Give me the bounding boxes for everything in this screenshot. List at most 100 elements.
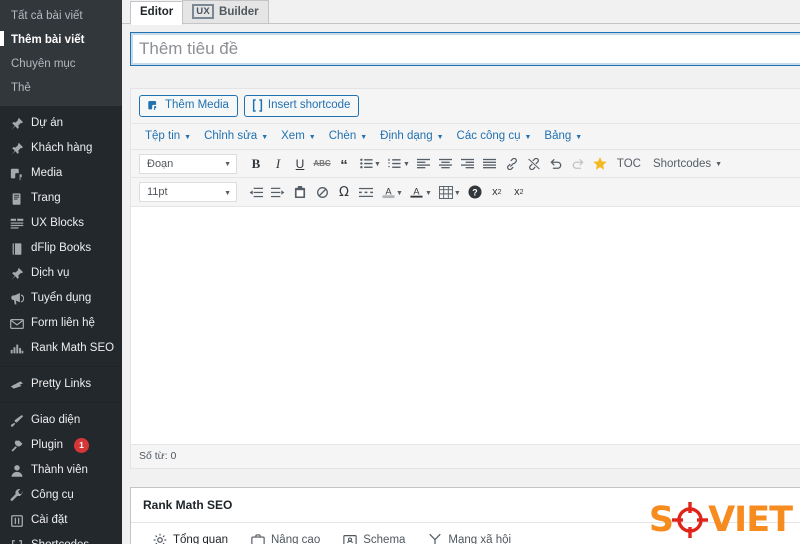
editor-menu-ch-n[interactable]: Chèn ▼	[323, 126, 374, 146]
editor-menu-ch-nh-s-a[interactable]: Chỉnh sửa ▼	[198, 126, 275, 146]
subscript-button[interactable]: x2	[486, 182, 508, 202]
rankmath-icon	[9, 341, 24, 356]
sidebar-item-label: Dự án	[31, 117, 63, 129]
editor-toolbar-row-1: Đoạn ▼ B I U ABC “ ▼ ▼ TOC Shortcodes ▼	[131, 150, 800, 178]
sidebar-item-dflip-books[interactable]: dFlip Books	[0, 236, 122, 261]
tab-ux-builder-label: Builder	[219, 5, 259, 18]
megaphone-icon	[9, 291, 24, 306]
sidebar-item-shortcodes[interactable]: Shortcodes	[0, 533, 122, 544]
sidebar-item-label: Giao diện	[31, 414, 81, 426]
align-left-button[interactable]	[413, 154, 435, 174]
superscript-button[interactable]: x2	[508, 182, 530, 202]
rank-math-tab-m-ng-x-h-i[interactable]: Mạng xã hội	[418, 523, 524, 544]
sidebar-item-label: Shortcodes	[31, 538, 89, 544]
sidebar-menu-group: Pretty Links	[0, 366, 122, 402]
shortcodes-dropdown-label: Shortcodes	[652, 157, 712, 170]
underline-button[interactable]: U	[289, 154, 311, 174]
editor-menu-b-ng[interactable]: Bảng ▼	[538, 126, 589, 146]
sidebar-submenu-item[interactable]: Tất cả bài viết	[0, 4, 122, 28]
sidebar-submenu-item[interactable]: Thẻ	[0, 76, 122, 100]
sidebar-item-trang[interactable]: Trang	[0, 186, 122, 211]
brush-icon	[9, 413, 24, 428]
sidebar-item-giao-di-n[interactable]: Giao diện	[0, 408, 122, 433]
sidebar-item-pretty-links[interactable]: Pretty Links	[0, 372, 122, 397]
rank-math-tab-label: Nâng cao	[271, 534, 321, 544]
help-button[interactable]: ?	[464, 182, 486, 202]
italic-button[interactable]: I	[267, 154, 289, 174]
chevron-down-icon: ▼	[524, 133, 532, 141]
sidebar-item-label: Pretty Links	[31, 378, 92, 390]
table-split[interactable]: ▼	[435, 182, 464, 202]
read-more-button[interactable]	[355, 182, 377, 202]
sidebar-item-label: Dịch vụ	[31, 267, 70, 279]
chevron-down-icon: ▼	[424, 189, 432, 197]
special-character-button[interactable]: Ω	[333, 182, 355, 202]
editor-menu-t-p-tin[interactable]: Tệp tin ▼	[139, 126, 198, 146]
rank-math-tab-t-ng-quan[interactable]: Tổng quan	[143, 523, 241, 544]
sidebar-item-rank-math-seo[interactable]: Rank Math SEO	[0, 336, 122, 361]
add-media-button[interactable]: Thêm Media	[139, 95, 238, 117]
sidebar-item-label: Rank Math SEO	[31, 342, 115, 354]
editor-menu-nh-d-ng[interactable]: Định dạng ▼	[374, 126, 450, 146]
tab-editor-label: Editor	[140, 6, 174, 18]
posts-submenu: Tất cả bài viết Thêm bài viết Chuyên mục Th…	[0, 0, 122, 106]
rank-math-tab-label: Schema	[363, 534, 406, 544]
paste-as-text-button[interactable]	[289, 182, 311, 202]
sidebar-item-kh-ch-h-ng[interactable]: Khách hàng	[0, 136, 122, 161]
text-color-split[interactable]: A ▼	[406, 182, 435, 202]
chevron-down-icon: ▼	[436, 133, 444, 141]
sidebar-item-th-nh-vi-n[interactable]: Thành viên	[0, 458, 122, 483]
user-icon	[9, 463, 24, 478]
unlink-button[interactable]	[523, 154, 545, 174]
editor-menu-label: Xem	[281, 130, 305, 142]
blockquote-button[interactable]: “	[333, 154, 355, 174]
editor-content-area[interactable]	[131, 206, 800, 444]
increase-indent-button[interactable]	[267, 182, 289, 202]
chevron-down-icon: ▼	[224, 161, 231, 168]
ux-logo-icon: UX	[192, 4, 215, 19]
decrease-indent-button[interactable]	[245, 182, 267, 202]
bullet-list-split[interactable]: ▼	[355, 154, 384, 174]
shortcodes-dropdown[interactable]: Shortcodes ▼	[647, 154, 728, 174]
sidebar-item-plugin[interactable]: Plugin 1	[0, 433, 122, 458]
numbered-list-split[interactable]: ▼	[384, 154, 413, 174]
sidebar-item-ux-blocks[interactable]: UX Blocks	[0, 211, 122, 236]
wrench-icon	[9, 488, 24, 503]
paragraph-format-select[interactable]: Đoạn ▼	[139, 153, 237, 174]
sidebar-item-d-n[interactable]: Dự án	[0, 111, 122, 136]
sidebar-item-d-ch-v[interactable]: Dịch vụ	[0, 261, 122, 286]
align-center-button[interactable]	[435, 154, 457, 174]
editor-menu-c-c-c-ng-c[interactable]: Các công cụ ▼	[451, 126, 539, 146]
insert-shortcode-button[interactable]: Insert shortcode	[243, 95, 360, 117]
clear-formatting-button[interactable]	[311, 182, 333, 202]
align-right-button[interactable]	[457, 154, 479, 174]
post-title-input[interactable]	[130, 32, 800, 66]
sidebar-submenu-item[interactable]: Thêm bài viết	[0, 28, 122, 52]
post-title-wrap	[122, 24, 800, 66]
blocks-icon	[9, 216, 24, 231]
sidebar-submenu-label: Thêm bài viết	[11, 34, 85, 46]
editor-menu-xem[interactable]: Xem ▼	[275, 126, 323, 146]
sidebar-item-form-li-n-h[interactable]: Form liên hệ	[0, 311, 122, 336]
main-content: Editor UX Builder Thêm Media	[122, 0, 800, 544]
sidebar-item-tuy-n-d-ng[interactable]: Tuyển dụng	[0, 286, 122, 311]
toc-button[interactable]: TOC	[611, 154, 647, 174]
undo-button[interactable]	[545, 154, 567, 174]
tab-editor[interactable]: Editor	[130, 1, 184, 25]
bold-button[interactable]: B	[245, 154, 267, 174]
rank-math-tab-n-ng-cao[interactable]: Nâng cao	[241, 523, 333, 544]
text-highlight-split[interactable]: A ▼	[377, 182, 406, 202]
sidebar-item-c-ng-c[interactable]: Công cụ	[0, 483, 122, 508]
insert-link-button[interactable]	[501, 154, 523, 174]
sidebar-submenu-item[interactable]: Chuyên mục	[0, 52, 122, 76]
star-button[interactable]	[589, 154, 611, 174]
sidebar-item-c-i-t[interactable]: Cài đặt	[0, 508, 122, 533]
strikethrough-button[interactable]: ABC	[311, 154, 333, 174]
font-size-select[interactable]: 11pt ▼	[139, 182, 237, 202]
redo-button[interactable]	[567, 154, 589, 174]
rank-math-tab-schema[interactable]: Schema	[333, 523, 418, 544]
tab-ux-builder[interactable]: UX Builder	[182, 0, 269, 24]
sidebar-item-media[interactable]: Media	[0, 161, 122, 186]
align-justify-button[interactable]	[479, 154, 501, 174]
media-icon	[147, 99, 160, 112]
